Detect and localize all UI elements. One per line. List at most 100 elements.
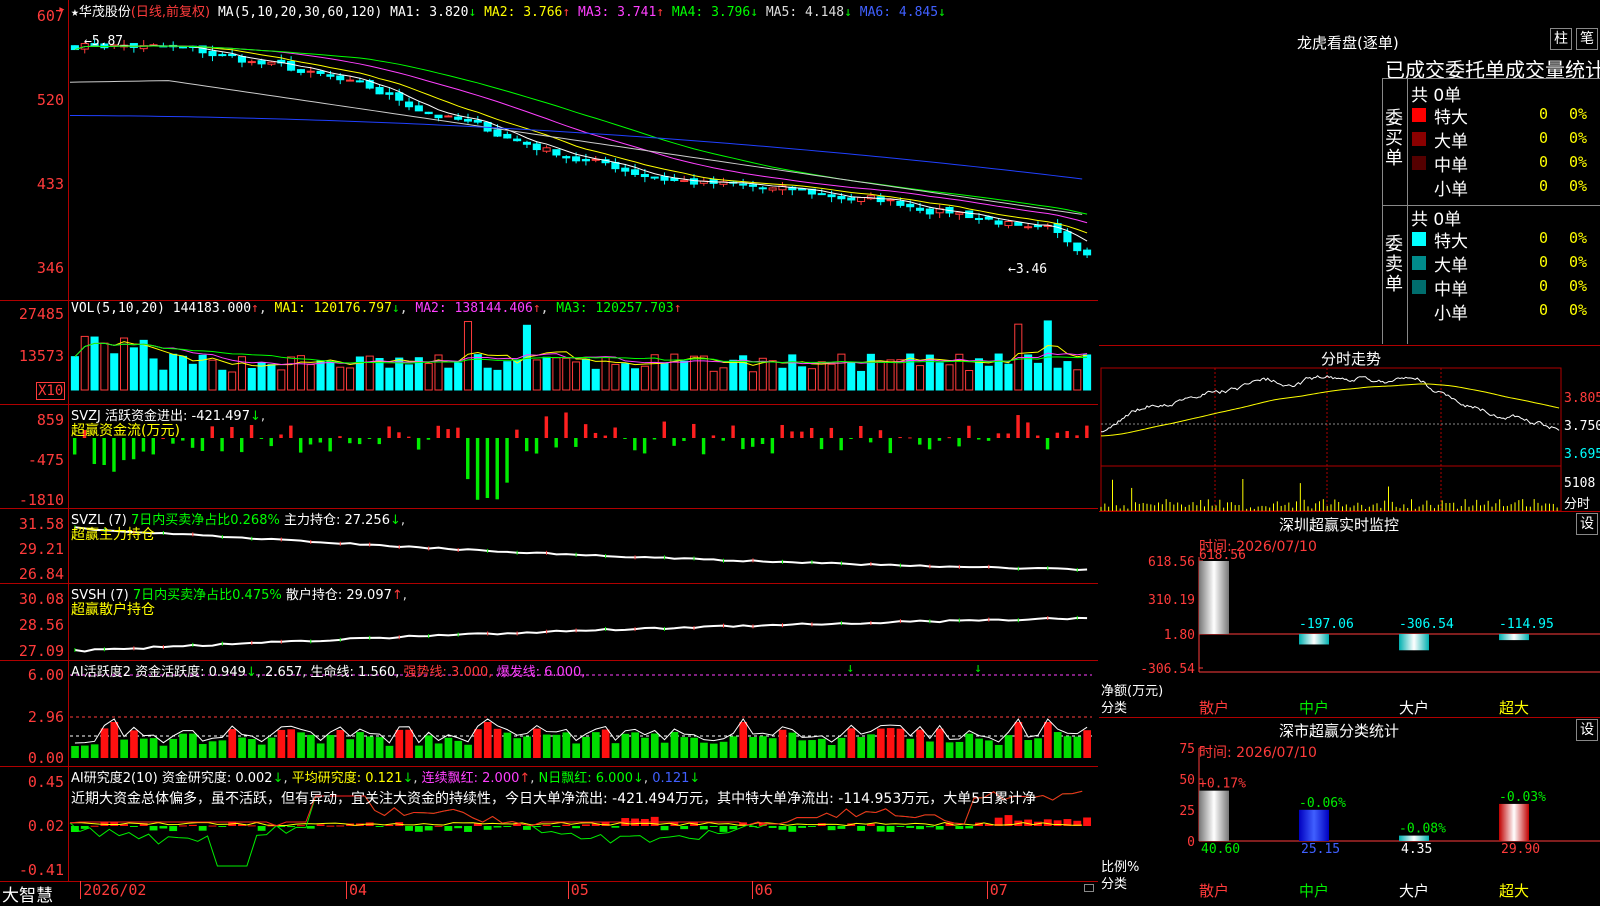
flow-bar: [613, 427, 617, 438]
volume-bar: [857, 370, 866, 391]
order-percent: 0%: [1569, 301, 1588, 319]
candlestick-chart[interactable]: [0, 0, 1098, 300]
research-bar: [1053, 820, 1062, 826]
ai-activity-header: AI活跃度2 资金活跃度: 0.949↓, 2.657, 生命线: 1.560,…: [71, 665, 586, 680]
holding-line: [74, 616, 1088, 653]
tick-mode-button[interactable]: 笔: [1576, 28, 1598, 50]
activity-bar: [798, 740, 807, 758]
activity-bar: [1014, 722, 1023, 758]
category-bar: [1499, 803, 1529, 841]
bar-value-label: -114.95: [1499, 617, 1554, 632]
monitor-chart[interactable]: 618.56 310.19 1.80 -306.54 618.56 散户 -197.06 中户…: [1099, 512, 1600, 717]
order-count: 0: [1539, 153, 1549, 171]
svzl-panel[interactable]: 31.58 29.21 26.84 SVZL (7) 7日内买卖净占比0.268…: [0, 508, 1098, 584]
candle-body: [955, 212, 964, 215]
bar-value-label: +0.17%: [1199, 777, 1246, 792]
activity-bar: [768, 738, 777, 758]
flow-bar: [1035, 435, 1040, 438]
flow-bar: [338, 436, 342, 438]
flow-bar: [918, 438, 922, 445]
activity-bar: [660, 742, 669, 758]
flow-bar: [230, 427, 234, 438]
classify-chart[interactable]: 75 50 25 0 +0.17% 40.60 散户 -0.06% 25.15 中户 -0.08% 4…: [1099, 718, 1600, 900]
flow-bar: [633, 438, 637, 451]
candle-body: [414, 105, 423, 112]
y-tick: 618.56: [1148, 555, 1195, 570]
flow-bar: [181, 438, 185, 441]
volume-bar: [1024, 354, 1033, 391]
ai-research-header: AI研究度2(10) 资金研究度: 0.002↓, 平均研究度: 0.121↓,…: [71, 771, 701, 786]
bar-chart-svg: 75 50 25 0 +0.17% 40.60 散户 -0.06% 25.15 中户 -0.08% 4…: [1179, 742, 1600, 900]
volume-bar: [454, 362, 463, 391]
candle-body: [827, 194, 836, 198]
activity-bar: [1083, 730, 1092, 758]
y-tick: -306.54: [1140, 662, 1195, 677]
flow-bar: [446, 429, 450, 438]
volume-bar: [886, 359, 895, 391]
intraday-chart[interactable]: [1099, 346, 1600, 511]
chart-mode[interactable]: (日线,前复权): [131, 5, 210, 20]
candle-body: [631, 169, 640, 175]
bar-value: 25.15: [1301, 842, 1340, 857]
candle-body: [424, 111, 433, 115]
activity-bar: [719, 741, 728, 758]
activity-bar: [572, 743, 581, 758]
bar-mode-button[interactable]: 柱: [1550, 28, 1572, 50]
sell-section: 委卖单 共 0单 特大 0 0% 大单 0 0% 中单 0 0% 小单 0 0%: [1383, 205, 1600, 344]
ai-research-panel[interactable]: 0.45 0.02 -0.41 AI研究度2(10) 资金研究度: 0.002↓…: [0, 766, 1098, 882]
bar-value: 40.60: [1201, 842, 1240, 857]
research-bar: [650, 816, 659, 826]
volume-bar: [768, 360, 777, 391]
research-bar: [444, 826, 453, 831]
lhb-panel[interactable]: 龙虎看盘(逐单) 柱 笔 已成交委托单成交量统计 委买单 共 0单 特大 0 0% 大…: [1099, 0, 1600, 346]
flow-bar: [122, 438, 126, 461]
flow-bar: [1045, 438, 1050, 450]
research-bar: [493, 826, 502, 828]
ai-activity-panel[interactable]: 6.00 2.96 0.00 ↓ ↓ AI活跃度2 资金活跃度: 0.949↓, …: [0, 660, 1098, 767]
volume-bar: [257, 362, 266, 391]
svsh-panel[interactable]: 30.08 28.56 27.09 SVSH (7) 7日内买卖净占比0.475…: [0, 583, 1098, 661]
activity-bar: [149, 738, 158, 758]
flow-bar: [485, 438, 490, 498]
buy-section: 委买单 共 0单 特大 0 0% 大单 0 0% 中单 0 0% 小单 0 0%: [1383, 79, 1600, 206]
legend-swatch: [1412, 108, 1426, 122]
candle-body: [670, 177, 679, 181]
flow-bar: [1075, 435, 1079, 438]
kline-panel[interactable]: 607 520 433 346 ▸ ★华茂股份(日线,前复权) MA(5,10,…: [0, 0, 1098, 301]
activity-bar: [179, 733, 187, 758]
activity-bar: [336, 729, 345, 758]
activity-bar: [1004, 735, 1013, 758]
flow-bar: [456, 427, 460, 438]
flow-bar: [603, 435, 608, 438]
research-bar: [316, 824, 325, 826]
date-label: 06: [751, 881, 773, 899]
volume-bar: [90, 336, 99, 391]
flow-bar: [957, 438, 961, 447]
candle-body: [906, 203, 915, 208]
flow-bar: [112, 438, 116, 472]
activity-bar: [955, 741, 964, 758]
volume-bar: [631, 368, 640, 391]
stock-name[interactable]: 华茂股份: [79, 5, 131, 20]
classify-panel[interactable]: 深市超赢分类统计 设 时间: 2026/07/10 比例% 分类 75 50 25 0…: [1099, 718, 1600, 900]
candle-body: [847, 197, 856, 201]
legend-swatch: [1412, 256, 1426, 270]
lock-icon[interactable]: [1084, 884, 1094, 892]
volume-bar: [542, 356, 551, 391]
research-bar: [925, 826, 934, 828]
monitor-panel[interactable]: 深圳超赢实时监控 设 时间: 2026/07/10 净额(万元) 分类 618.…: [1099, 512, 1600, 718]
research-bar: [719, 826, 728, 832]
volume-panel[interactable]: 27485 13573 X10 VOL(5,10,20) 144183.000↑…: [0, 300, 1098, 405]
star-icon[interactable]: ★: [71, 5, 79, 20]
research-bar: [523, 826, 531, 830]
candle-body: [395, 92, 404, 101]
candle-body: [965, 210, 974, 219]
order-count: 0: [1539, 229, 1549, 247]
activity-bar: [778, 729, 787, 758]
candle-body: [1073, 242, 1082, 252]
svzj-panel[interactable]: 859 -475 -1810 SVZJ 活跃资金进出: -421.497↓, 超…: [0, 404, 1098, 509]
intraday-panel[interactable]: 分时走势 3.805 3.750 3.695 5108 分时: [1099, 346, 1600, 512]
candle-body: [218, 54, 227, 57]
svzl-title: 超赢主力持仓: [71, 527, 155, 543]
activity-bar: [1044, 722, 1052, 758]
